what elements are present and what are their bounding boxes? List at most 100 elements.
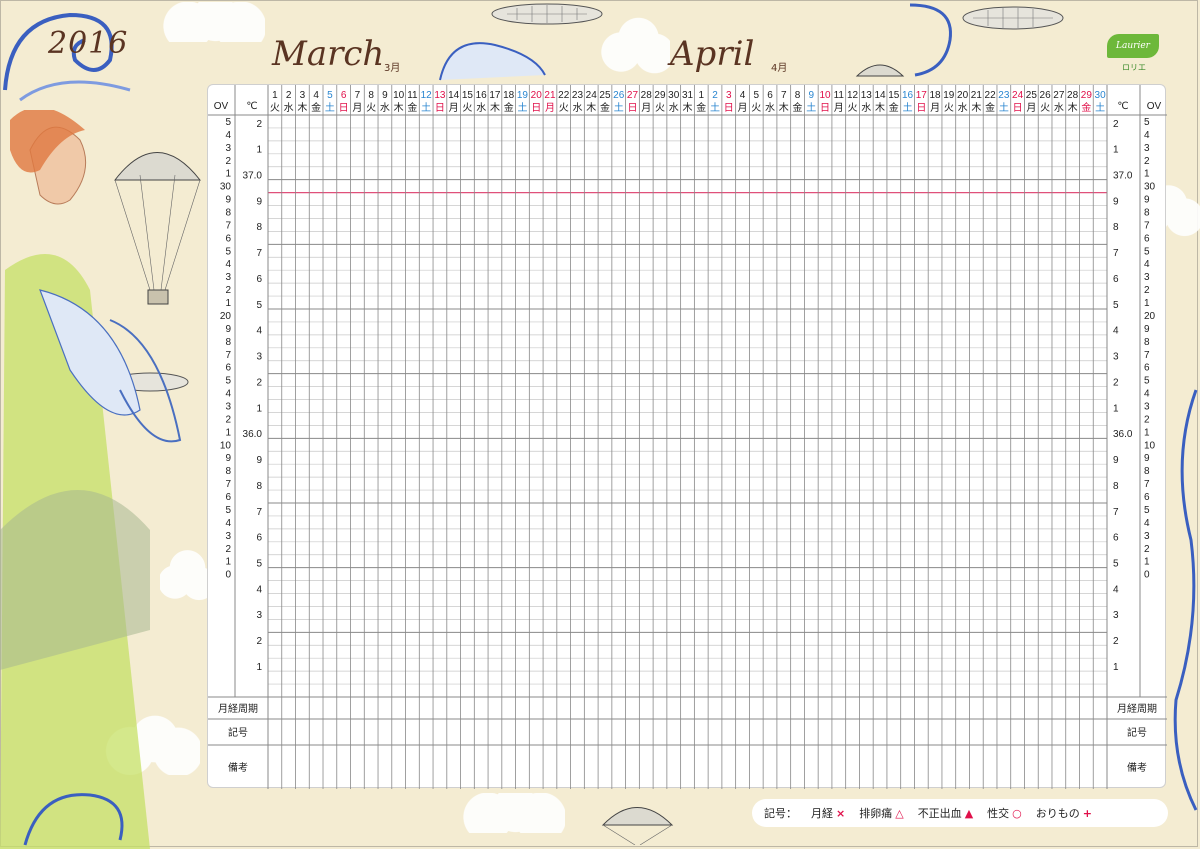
day-weekday: 火 [848, 102, 858, 114]
day-weekday: 土 [999, 101, 1009, 114]
day-weekday: 金 [696, 101, 706, 114]
ov-label-right: 5 [1144, 376, 1150, 387]
day-weekday: 火 [462, 102, 472, 114]
ov-label-right: 8 [1144, 337, 1150, 348]
ov-label-right: 2 [1144, 285, 1150, 296]
temp-label-right: 7 [1113, 507, 1119, 518]
ov-label-left: 1 [225, 169, 231, 180]
day-number: 4 [740, 90, 746, 101]
ov-label-left: 2 [225, 544, 231, 555]
day-weekday: 月 [930, 102, 940, 114]
temp-label-right: 5 [1113, 300, 1119, 311]
day-number: 23 [572, 90, 584, 101]
cross-icon: × [836, 806, 846, 820]
brand-logo: Laurier [1107, 34, 1159, 58]
ov-label-left: 7 [225, 350, 231, 361]
day-number: 14 [874, 90, 886, 101]
temp-label-right: 1 [1113, 145, 1119, 156]
day-weekday: 日 [820, 103, 830, 114]
blue-swirl-ornament [909, 3, 952, 77]
day-number: 13 [861, 90, 873, 101]
ov-label-left: 2 [225, 156, 231, 167]
day-weekday: 火 [559, 102, 569, 114]
day-weekday: 日 [724, 103, 734, 114]
legend-title: 記号： [764, 807, 797, 820]
ov-label-right: 7 [1144, 479, 1150, 490]
day-weekday: 火 [944, 102, 954, 114]
day-number: 6 [767, 90, 773, 101]
temp-label-right: 5 [1113, 558, 1119, 569]
ov-label-left: 10 [220, 440, 232, 451]
ov-label-right: 5 [1144, 246, 1150, 257]
day-number: 26 [1040, 90, 1052, 101]
day-number: 9 [809, 90, 815, 101]
ov-label-left: 7 [225, 479, 231, 490]
cloud-decoration [155, 2, 265, 42]
day-weekday: 木 [490, 102, 500, 114]
ov-label-left: 20 [220, 311, 232, 322]
blue-swirl-ornament [23, 793, 124, 846]
ov-label-right: 20 [1144, 311, 1156, 322]
ov-label-right: 5 [1144, 505, 1150, 516]
temp-label-left: 6 [256, 533, 262, 544]
day-weekday: 日 [531, 103, 541, 114]
triangle-outline-icon: △ [895, 806, 904, 820]
year-title: 2016 [48, 26, 129, 61]
temp-label-right: 3 [1113, 352, 1119, 363]
temp-label-left: 2 [256, 119, 262, 130]
day-number: 20 [531, 90, 543, 101]
day-weekday: 木 [779, 102, 789, 114]
day-number: 8 [795, 90, 801, 101]
day-weekday: 木 [586, 102, 596, 114]
temp-label-right: 7 [1113, 248, 1119, 259]
temp-label-left: 3 [256, 610, 262, 621]
day-weekday: 水 [669, 102, 679, 114]
row-label-right: 備考 [1127, 761, 1147, 774]
day-weekday: 火 [1040, 102, 1050, 114]
ov-label-right: 4 [1144, 389, 1150, 400]
day-weekday: 水 [572, 102, 582, 114]
day-weekday: 金 [889, 101, 899, 114]
row-label-left: 記号 [228, 726, 248, 739]
ov-label-left: 30 [220, 182, 232, 193]
celsius-header-left: ℃ [246, 101, 257, 112]
day-number: 20 [957, 90, 969, 101]
ov-label-left: 8 [225, 466, 231, 477]
day-weekday: 日 [1013, 103, 1023, 114]
temp-label-right: 6 [1113, 274, 1119, 285]
airship-illustration [962, 6, 1064, 30]
ov-label-left: 8 [225, 208, 231, 219]
plus-icon: + [1082, 806, 1092, 820]
temp-label-left: 4 [256, 326, 262, 337]
day-number: 24 [586, 90, 598, 101]
ov-label-left: 3 [225, 143, 231, 154]
day-weekday: 水 [861, 102, 871, 114]
ov-label-right: 1 [1144, 557, 1150, 568]
day-number: 12 [421, 90, 433, 101]
ov-header-left: OV [214, 101, 229, 112]
ov-label-right: 1 [1144, 169, 1150, 180]
row-label-left: 備考 [228, 761, 248, 774]
ov-label-left: 3 [225, 272, 231, 283]
day-number: 30 [668, 90, 680, 101]
ov-label-left: 6 [225, 233, 231, 244]
month-title-march: March [272, 34, 385, 74]
day-number: 7 [781, 90, 787, 101]
row-label-right: 月経周期 [1117, 702, 1157, 715]
ov-label-left: 6 [225, 492, 231, 503]
ov-label-left: 9 [225, 453, 231, 464]
day-weekday: 月 [545, 102, 555, 114]
ov-label-right: 10 [1144, 440, 1156, 451]
day-weekday: 土 [710, 101, 720, 114]
day-number: 18 [503, 90, 515, 101]
ov-label-right: 8 [1144, 466, 1150, 477]
day-number: 30 [1095, 90, 1107, 101]
ov-label-right: 9 [1144, 195, 1150, 206]
month-sub-march: 3月 [384, 63, 401, 74]
ov-label-left: 5 [225, 505, 231, 516]
day-number: 21 [971, 90, 983, 101]
day-weekday: 土 [903, 101, 913, 114]
ov-label-right: 3 [1144, 402, 1150, 413]
temp-label-right: 37.0 [1113, 170, 1133, 181]
ov-label-right: 7 [1144, 350, 1150, 361]
